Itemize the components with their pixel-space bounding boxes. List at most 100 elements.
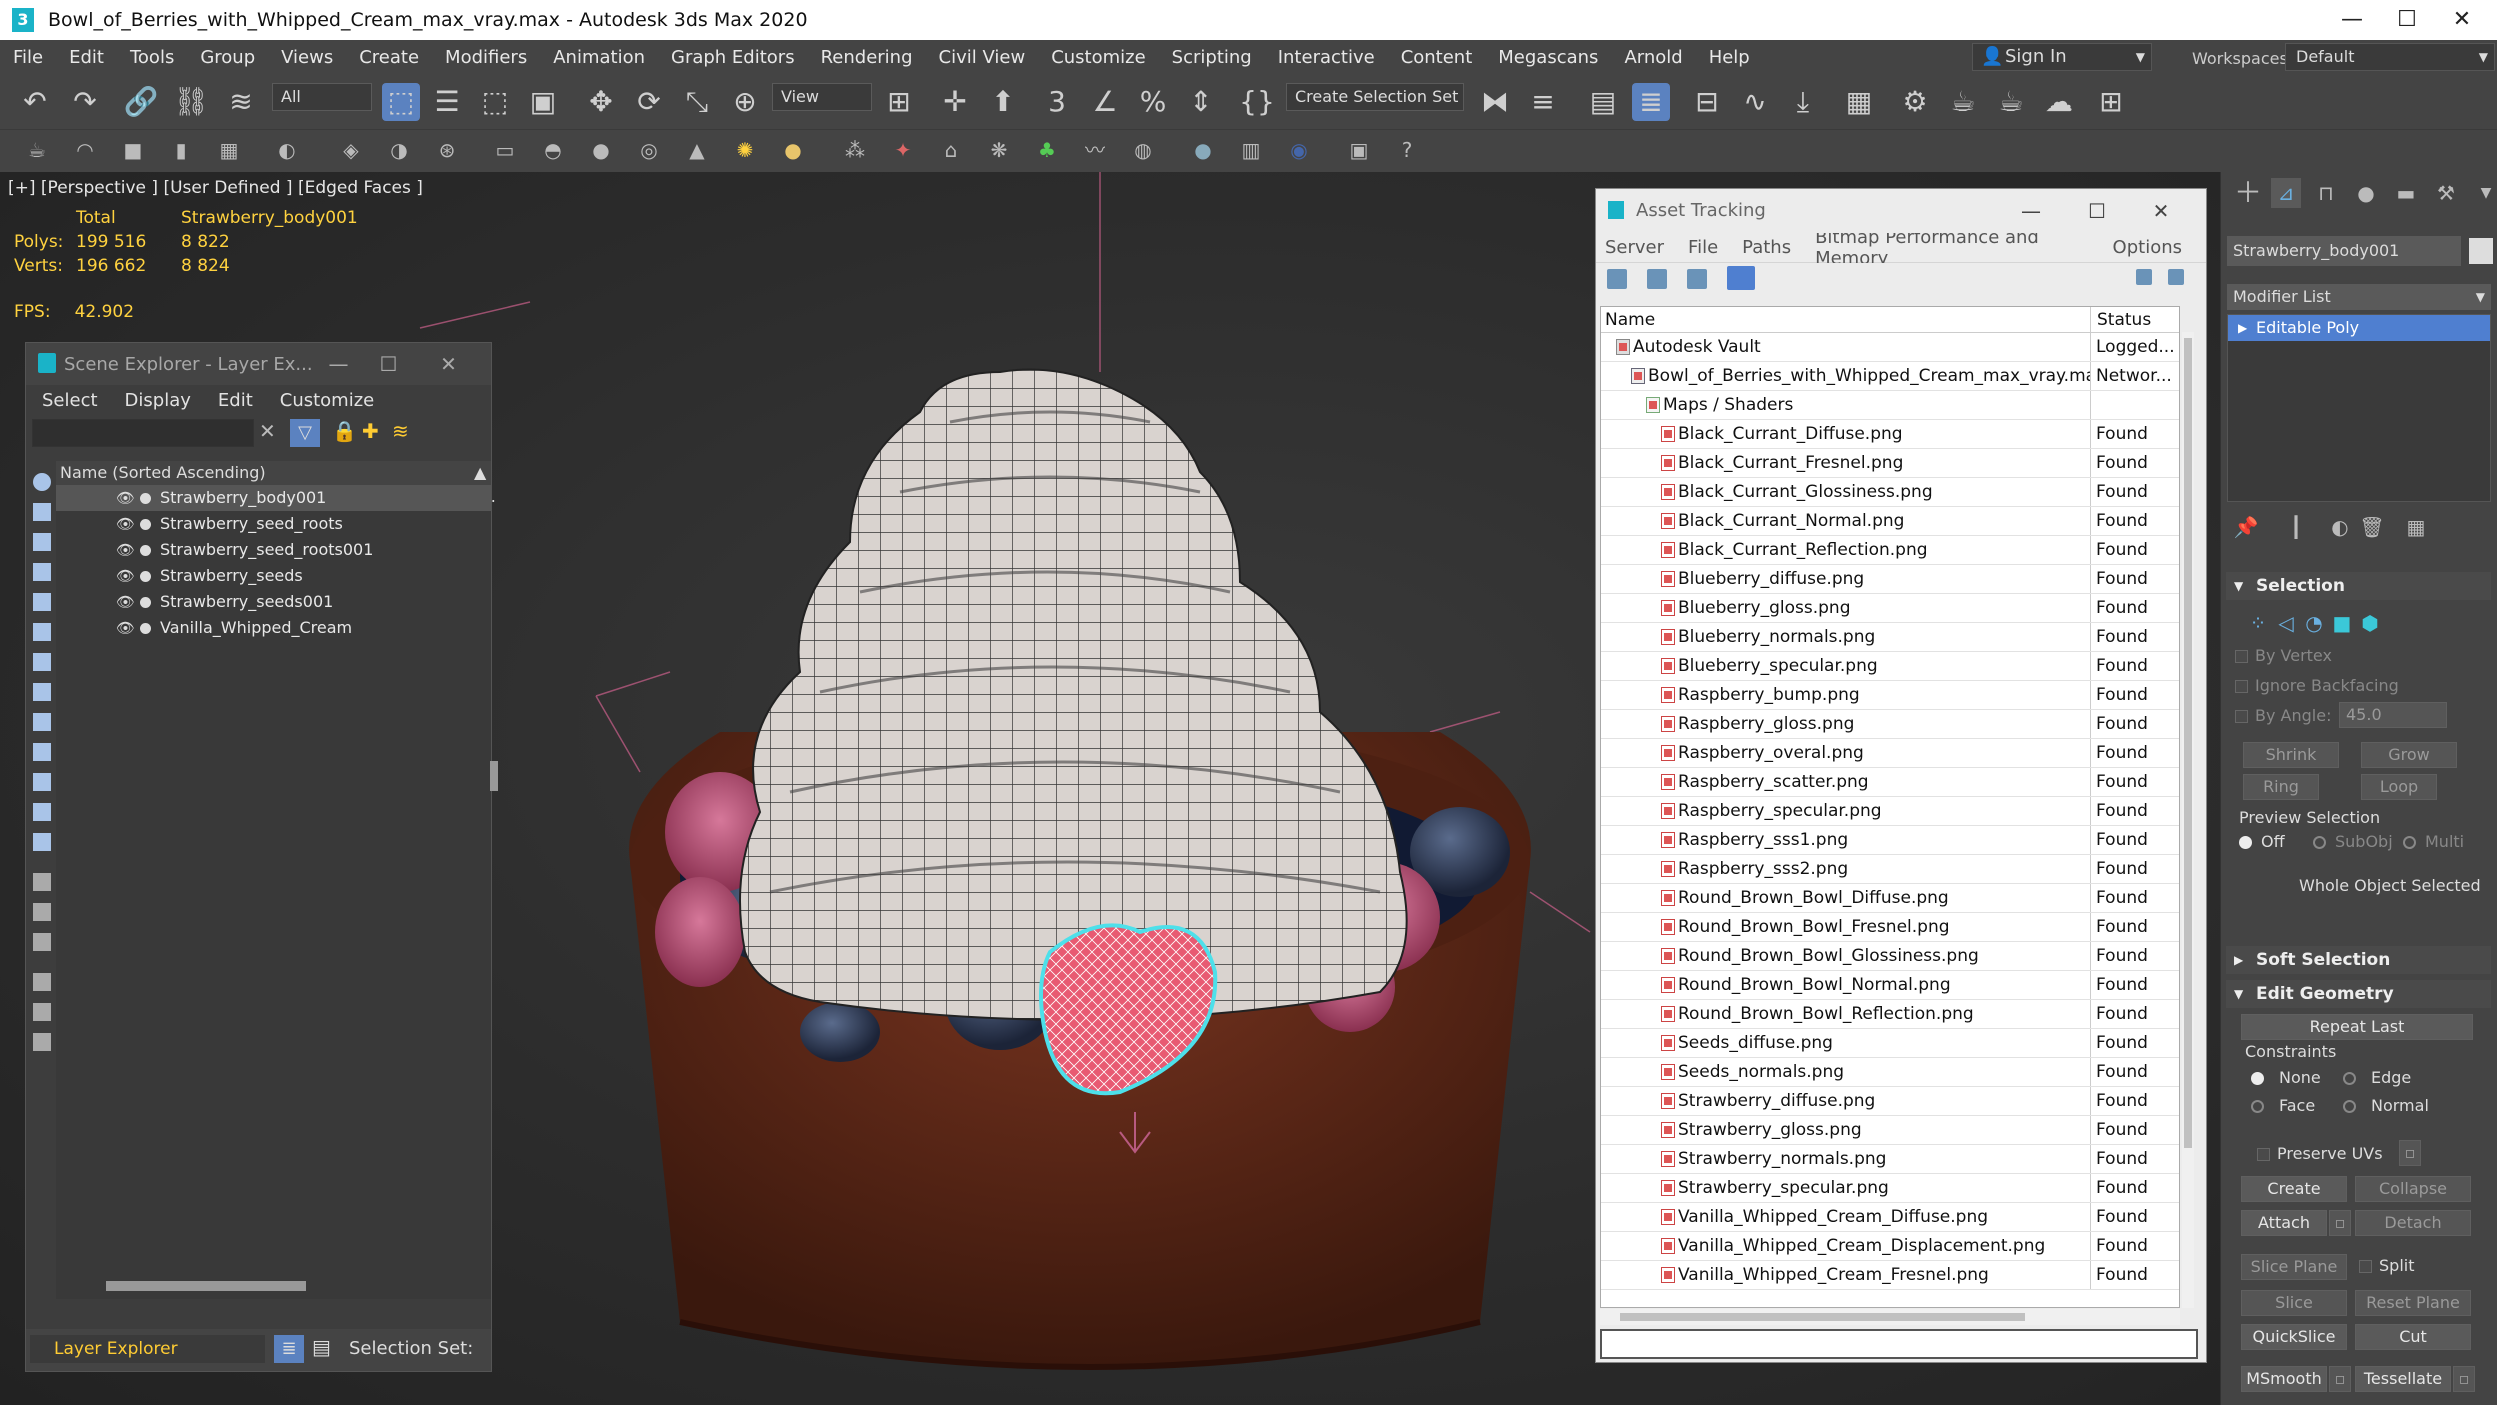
loop-button[interactable]: Loop <box>2361 774 2437 800</box>
table-row[interactable]: Raspberry_bump.png Found <box>1601 681 2179 710</box>
menu-megascans[interactable]: Megascans <box>1485 47 1611 68</box>
menu-server[interactable]: Server <box>1605 237 1664 258</box>
preview-subobj-radio[interactable] <box>2313 836 2326 849</box>
preserve-uvs-checkbox[interactable] <box>2257 1148 2270 1161</box>
table-row[interactable]: Black_Currant_Fresnel.png Found <box>1601 449 2179 478</box>
vertical-scrollbar[interactable] <box>490 761 498 791</box>
bind-space-warp-icon[interactable]: ≋ <box>222 83 260 121</box>
bones-filter-icon[interactable] <box>33 743 51 761</box>
spacewarp-icon[interactable]: ⊛ <box>432 135 462 165</box>
align-icon[interactable]: ≡ <box>1524 83 1562 121</box>
grid-icon[interactable]: ▦ <box>214 135 244 165</box>
maximize-button[interactable]: ☐ <box>366 343 411 385</box>
table-row[interactable]: Seeds_diffuse.png Found <box>1601 1029 2179 1058</box>
attach-button[interactable]: Attach <box>2241 1210 2327 1236</box>
object-color-swatch[interactable] <box>2469 238 2493 264</box>
select-by-name-icon[interactable]: ☰ <box>428 83 466 121</box>
viewport-label[interactable]: [+] [Perspective ] [User Defined ] [Edge… <box>8 178 423 198</box>
pin-icon[interactable] <box>2168 269 2184 285</box>
table-row[interactable]: Black_Currant_Normal.png Found <box>1601 507 2179 536</box>
sync-selection-icon[interactable] <box>33 973 51 991</box>
table-row[interactable]: Black_Currant_Reflection.png Found <box>1601 536 2179 565</box>
hair-icon[interactable]: 〰 <box>1080 135 1110 165</box>
table-row[interactable]: Seeds_normals.png Found <box>1601 1058 2179 1087</box>
horizontal-scrollbar[interactable] <box>1600 1309 2180 1325</box>
close-button[interactable]: ✕ <box>2427 0 2497 40</box>
undo-icon[interactable]: ↶ <box>16 83 54 121</box>
cylinder-icon[interactable]: ▮ <box>166 135 196 165</box>
visibility-eye-icon[interactable]: 👁 <box>116 511 135 537</box>
list-item[interactable]: 👁 Strawberry_seeds001 <box>56 589 491 615</box>
scale-icon[interactable]: ⤡ <box>678 83 716 121</box>
redo-icon[interactable]: ↷ <box>66 83 104 121</box>
visibility-eye-icon[interactable]: 👁 <box>116 537 135 563</box>
close-button[interactable]: ✕ <box>426 343 471 385</box>
ring-button[interactable]: Ring <box>2243 774 2319 800</box>
collapse-button[interactable]: Collapse <box>2355 1176 2471 1202</box>
physics-icon[interactable]: ✦ <box>888 135 918 165</box>
table-row[interactable]: Blueberry_normals.png Found <box>1601 623 2179 652</box>
list-item[interactable]: 👁 Vanilla_Whipped_Cream <box>56 615 491 641</box>
ignore-backfacing-checkbox[interactable] <box>2235 680 2248 693</box>
pivot-center-icon[interactable]: ⊞ <box>880 83 918 121</box>
table-row[interactable]: Raspberry_sss2.png Found <box>1601 855 2179 884</box>
scrollbar-thumb[interactable] <box>1620 1313 2025 1321</box>
grid-view-icon[interactable] <box>1727 266 1755 290</box>
menu-edit[interactable]: Edit <box>218 390 253 411</box>
border-mode-icon[interactable]: ◔ <box>2299 608 2329 638</box>
menu-options[interactable]: Options <box>2113 237 2182 258</box>
menu-arnold[interactable]: Arnold <box>1611 47 1695 68</box>
table-row[interactable]: Autodesk Vault Logged... <box>1601 333 2179 362</box>
unlink-icon[interactable]: ⛓ <box>172 83 210 121</box>
environment-icon[interactable]: ◉ <box>1284 135 1314 165</box>
minimize-button[interactable]: — <box>316 343 361 385</box>
workspaces-dropdown[interactable]: Default ▼ <box>2285 43 2495 71</box>
constraint-normal-radio[interactable] <box>2343 1100 2356 1113</box>
toggle-scene-explorer-icon[interactable]: ▤ <box>1584 83 1622 121</box>
help-icon[interactable] <box>2136 269 2152 285</box>
render-in-cloud-icon[interactable]: ☁ <box>2040 83 2078 121</box>
table-row[interactable]: Raspberry_gloss.png Found <box>1601 710 2179 739</box>
expand-triangle-icon[interactable]: ▶ <box>2238 315 2247 341</box>
table-row[interactable]: Vanilla_Whipped_Cream_Displacement.png Fo… <box>1601 1232 2179 1261</box>
render-iterative-icon[interactable]: ⊞ <box>2092 83 2130 121</box>
repeat-last-button[interactable]: Repeat Last <box>2241 1014 2473 1040</box>
attach-list-button[interactable]: ▫ <box>2329 1210 2351 1236</box>
visibility-eye-icon[interactable]: 👁 <box>116 563 135 589</box>
detach-button[interactable]: Detach <box>2355 1210 2471 1236</box>
object-name-field[interactable]: Strawberry_body001 <box>2227 236 2461 266</box>
rigid-body-icon[interactable]: ⌂ <box>936 135 966 165</box>
layers-icon[interactable]: ≣ <box>274 1335 304 1363</box>
material-sphere-icon[interactable]: ● <box>1188 135 1218 165</box>
menu-interactive[interactable]: Interactive <box>1265 47 1388 68</box>
element-mode-icon[interactable]: ⬢ <box>2355 608 2385 638</box>
shape-icon[interactable]: ◠ <box>70 135 100 165</box>
polygon-mode-icon[interactable]: ■ <box>2327 608 2357 638</box>
by-angle-checkbox[interactable] <box>2235 710 2248 723</box>
menu-paths[interactable]: Paths <box>1742 237 1791 258</box>
reference-coordinate-dropdown[interactable]: View <box>772 83 872 111</box>
spacewarps-filter-icon[interactable] <box>33 653 51 671</box>
table-row[interactable]: Round_Brown_Bowl_Normal.png Found <box>1601 971 2179 1000</box>
spinner-snap-icon[interactable]: ⇕ <box>1182 83 1220 121</box>
display-tab-icon[interactable]: ▬ <box>2391 178 2421 208</box>
select-all-icon[interactable] <box>33 873 51 891</box>
close-button[interactable]: ✕ <box>2126 189 2196 233</box>
menu-graph-editors[interactable]: Graph Editors <box>658 47 808 68</box>
edge-mode-icon[interactable]: ◁ <box>2271 608 2301 638</box>
lights-filter-icon[interactable] <box>33 563 51 581</box>
pin-stack-icon[interactable]: 📌 <box>2231 512 2261 542</box>
table-row[interactable]: Strawberry_specular.png Found <box>1601 1174 2179 1203</box>
table-row[interactable]: Strawberry_normals.png Found <box>1601 1145 2179 1174</box>
layers-icon[interactable]: ≋ <box>392 419 409 443</box>
geometry-filter-icon[interactable] <box>33 503 51 521</box>
menu-create[interactable]: Create <box>346 47 432 68</box>
modifier-list-dropdown[interactable]: Modifier List ▼ <box>2227 284 2491 310</box>
camera-icon[interactable]: ◈ <box>336 135 366 165</box>
by-vertex-checkbox[interactable] <box>2235 650 2248 663</box>
vertex-mode-icon[interactable]: ⁘ <box>2243 608 2273 638</box>
hidden-filter-icon[interactable] <box>33 833 51 851</box>
table-row[interactable]: Raspberry_scatter.png Found <box>1601 768 2179 797</box>
dependency-icon[interactable] <box>33 1033 51 1051</box>
toggle-layer-explorer-icon[interactable]: ≣ <box>1632 83 1670 121</box>
